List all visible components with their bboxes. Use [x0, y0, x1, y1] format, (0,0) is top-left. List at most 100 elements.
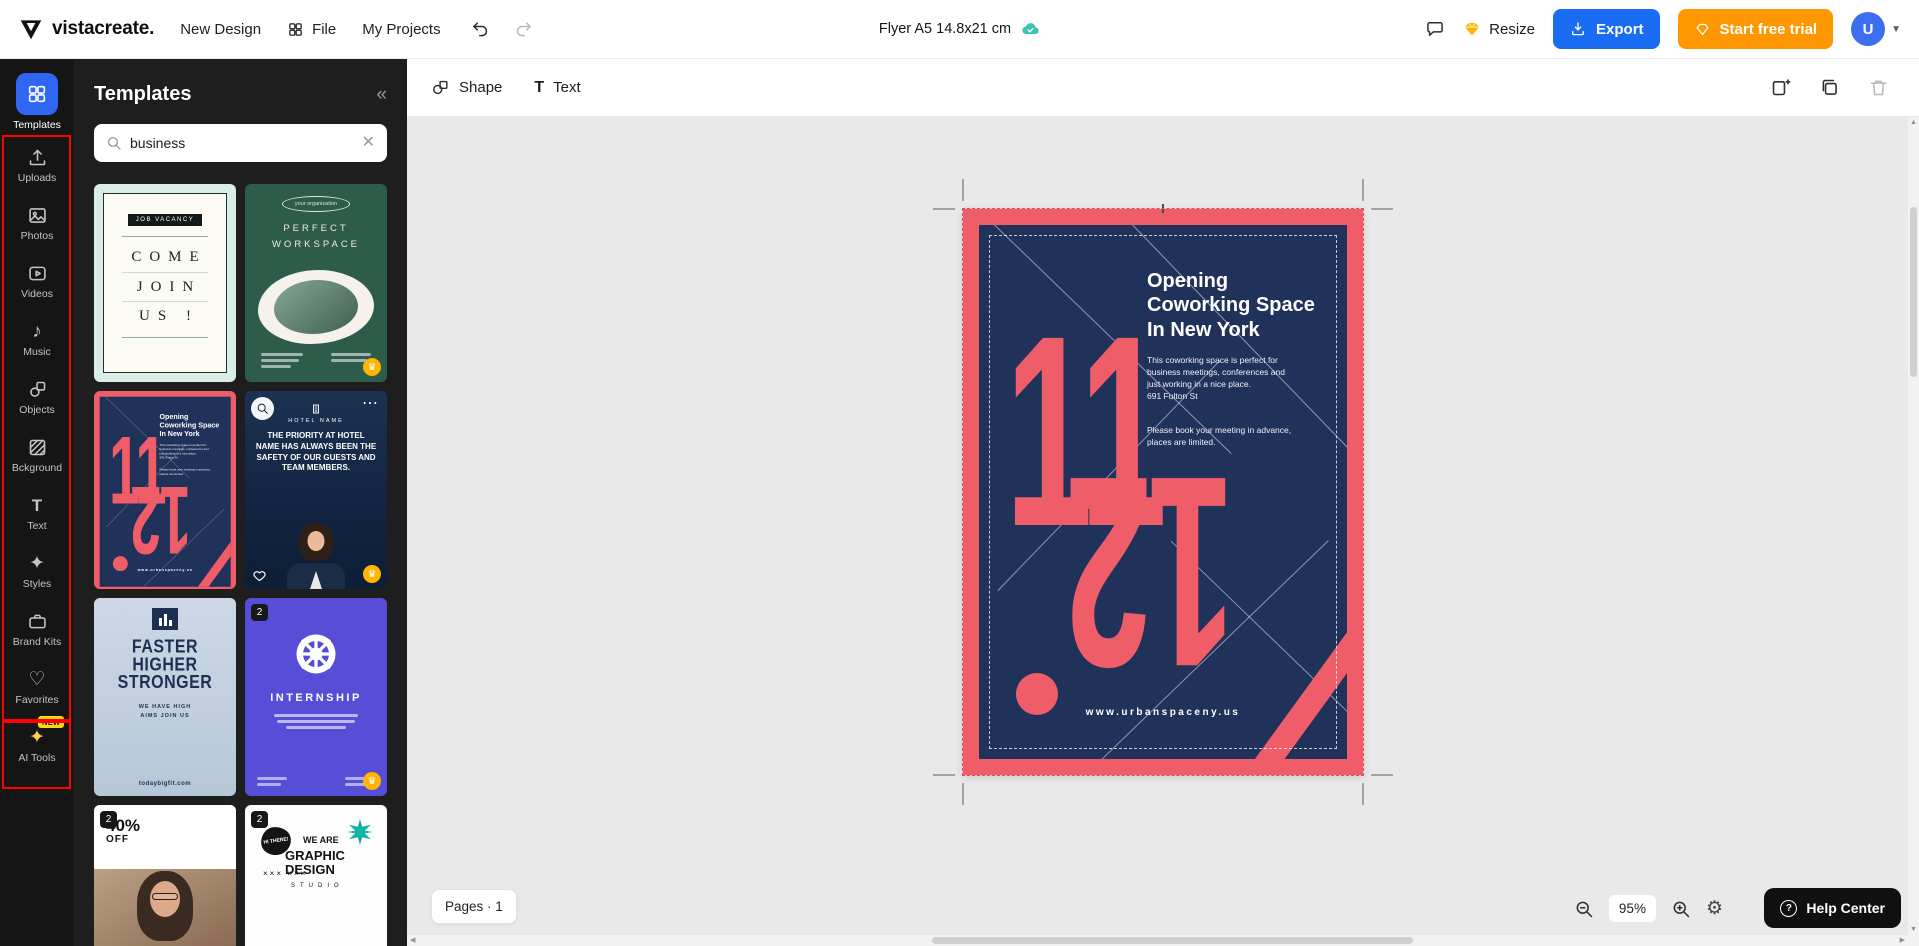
scrollbar-thumb[interactable] — [932, 937, 1413, 944]
scroll-left-arrow[interactable]: ◀ — [410, 936, 415, 944]
more-options-icon[interactable]: ⋯ — [362, 393, 379, 413]
flyer-note[interactable]: Please book your meeting in advance, pla… — [1147, 425, 1295, 449]
undo-icon[interactable] — [471, 19, 491, 39]
template-thumbnail-fitness[interactable]: FASTER HIGHER STRONGER WE HAVE HIGH AIMS… — [94, 598, 236, 796]
pages-button[interactable]: Pages · 1 — [431, 889, 517, 924]
template-grid: JOB VACANCY COME JOIN US ! your organiza… — [94, 184, 387, 946]
scroll-up-arrow[interactable]: ▲ — [1908, 119, 1919, 126]
text-placeholder — [261, 353, 303, 368]
flyer-heading[interactable]: Opening Coworking Space In New York — [1147, 269, 1315, 342]
flyer-heading: Opening Coworking Space In New York — [160, 412, 220, 438]
scroll-down-arrow[interactable]: ▼ — [1908, 926, 1919, 933]
template-text-line: FASTER — [131, 637, 199, 657]
sidebar-item-brand-kits[interactable]: Brand Kits — [2, 601, 72, 659]
workspace-photo-blob — [258, 270, 374, 344]
file-menu[interactable]: File — [287, 21, 336, 38]
sidebar-item-videos[interactable]: Videos — [2, 253, 72, 311]
start-free-trial-button[interactable]: Start free trial — [1677, 9, 1834, 49]
sidebar-item-styles[interactable]: ✦ Styles — [2, 543, 72, 601]
flyer-number-12[interactable]: 12 — [1064, 420, 1239, 724]
flyer-body[interactable]: This coworking space is perfect for busi… — [1147, 355, 1299, 403]
settings-gear-icon[interactable]: ⚙ — [1706, 899, 1723, 918]
history-controls — [471, 19, 533, 39]
template-thumbnail-coworking[interactable]: 11 12 Opening Coworking Space In New Yor… — [94, 391, 236, 589]
template-search[interactable]: ✕ — [94, 124, 387, 162]
canvas-area[interactable]: 11 12 Opening Coworking Space In New Yor… — [407, 117, 1919, 946]
sidebar-item-templates[interactable]: Templates — [2, 67, 72, 137]
template-thumbnail-perfect-workspace[interactable]: your organization PERFECT WORKSPACE ♛ — [245, 184, 387, 382]
zoom-in-icon[interactable] — [1671, 899, 1691, 919]
crop-mark — [1362, 783, 1364, 805]
help-center-label: Help Center — [1806, 900, 1885, 916]
horizontal-scrollbar[interactable]: ◀ ▶ — [407, 935, 1908, 946]
fitness-subtitle: WE HAVE HIGH AIMS JOIN US — [138, 704, 192, 719]
help-center-button[interactable]: ? Help Center — [1764, 888, 1901, 928]
fitness-logo — [152, 608, 178, 630]
file-menu-label: File — [312, 20, 337, 38]
brand-kits-icon — [28, 614, 46, 629]
sidebar-item-favorites[interactable]: ♡ Favorites — [2, 659, 72, 717]
favorite-heart-icon[interactable] — [252, 568, 267, 583]
panel-title: Templates — [94, 83, 192, 105]
account-menu[interactable]: U ▼ — [1851, 12, 1901, 46]
hotel-building-icon — [313, 404, 319, 414]
sidebar-item-music[interactable]: ♪ Music — [2, 311, 72, 369]
sidebar-item-ai-tools[interactable]: ✦ NEW AI Tools — [2, 716, 72, 775]
flyer-design[interactable]: 11 12 Opening Coworking Space In New Yor… — [963, 209, 1363, 775]
photos-icon — [28, 208, 46, 224]
template-thumbnail-sale[interactable]: 2 40% OFF — [94, 805, 236, 946]
vertical-scrollbar[interactable]: ▲ ▼ — [1908, 117, 1919, 935]
document-title-area[interactable]: Flyer A5 14.8x21 cm — [879, 19, 1040, 39]
resize-button[interactable]: Resize — [1463, 20, 1535, 38]
sidebar-item-uploads[interactable]: Uploads — [2, 137, 72, 195]
duplicate-page-icon[interactable] — [1819, 77, 1840, 98]
internship-title: INTERNSHIP — [270, 692, 362, 704]
clear-search-icon[interactable]: ✕ — [362, 135, 375, 151]
premium-crown-badge: ♛ — [363, 772, 381, 790]
flyer-note: Please book your meeting in advance, pla… — [159, 467, 211, 476]
template-thumbnail-job-vacancy[interactable]: JOB VACANCY COME JOIN US ! — [94, 184, 236, 382]
uploads-icon — [29, 149, 45, 166]
template-thumbnail-internship[interactable]: 2 INTERNSHIP ♛ — [245, 598, 387, 796]
address-text: 691 Fulton St — [1147, 390, 1198, 401]
sidebar-item-objects[interactable]: Objects — [2, 369, 72, 427]
export-button[interactable]: Export — [1553, 9, 1660, 49]
flyer-inner: 11 12 Opening Coworking Space In New Yor… — [99, 396, 231, 587]
delete-page-icon[interactable] — [1868, 77, 1889, 98]
sidebar-item-label: Music — [23, 346, 51, 359]
hotel-message: THE PRIORITY AT HOTEL NAME HAS ALWAYS BE… — [255, 431, 377, 473]
scrollbar-thumb[interactable] — [1910, 207, 1917, 377]
job-vacancy-card: JOB VACANCY COME JOIN US ! — [103, 193, 227, 373]
text-tool-button[interactable]: T Text — [534, 79, 580, 96]
preview-zoom-icon[interactable] — [251, 397, 274, 420]
sidebar-item-photos[interactable]: Photos — [2, 195, 72, 253]
flyer-stripe — [186, 527, 231, 587]
we-are-label: WE ARE — [303, 835, 339, 845]
top-bar-right: Resize Export Start free trial U ▼ — [1425, 9, 1901, 49]
flyer-page[interactable]: 11 12 Opening Coworking Space In New Yor… — [933, 179, 1393, 805]
page-handle[interactable] — [1162, 204, 1164, 213]
chat-icon[interactable] — [1425, 19, 1445, 39]
new-design-menu[interactable]: New Design — [180, 21, 261, 38]
search-input[interactable] — [130, 135, 354, 151]
trial-gem-icon — [1696, 23, 1708, 35]
scroll-right-arrow[interactable]: ▶ — [1900, 936, 1905, 944]
sidebar-item-background[interactable]: Bckground — [2, 427, 72, 485]
shape-tool-button[interactable]: Shape — [431, 78, 502, 97]
flyer-dot[interactable] — [1016, 673, 1058, 715]
search-icon — [108, 137, 121, 150]
sidebar-item-label: Text — [27, 520, 47, 533]
redo-icon[interactable] — [513, 19, 533, 39]
flyer-stripe[interactable] — [1222, 592, 1347, 759]
vistacreate-logo[interactable]: vistacreate. — [18, 16, 154, 42]
flyer-dot — [112, 556, 128, 572]
videos-icon — [28, 266, 46, 281]
my-projects-menu[interactable]: My Projects — [362, 21, 440, 38]
collapse-panel-icon[interactable]: « — [376, 85, 387, 104]
zoom-out-icon[interactable] — [1574, 899, 1594, 919]
sidebar-item-text[interactable]: T Text — [2, 485, 72, 543]
template-thumbnail-graphic-design[interactable]: 2 HI THERE! WE ARE GRAPHIC DESIGN STUDIO… — [245, 805, 387, 946]
template-thumbnail-hotel[interactable]: HOTEL NAME THE PRIORITY AT HOTEL NAME HA… — [245, 391, 387, 589]
add-page-icon[interactable] — [1770, 77, 1791, 98]
zoom-level[interactable]: 95% — [1608, 895, 1656, 922]
